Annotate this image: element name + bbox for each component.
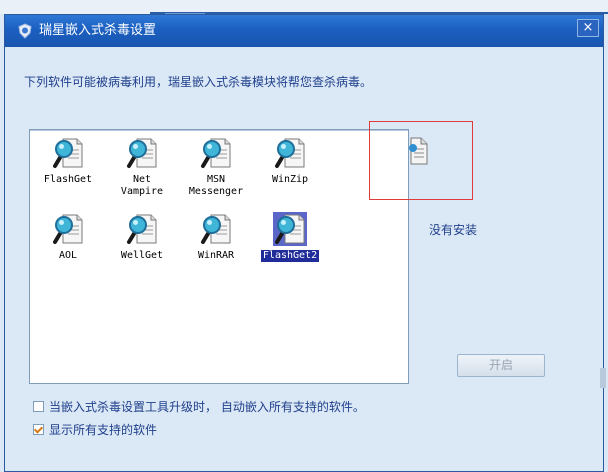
software-item[interactable]: WinZip [258,136,322,186]
software-item[interactable]: WinRAR [184,212,248,262]
magnifier-document-icon [201,138,231,168]
software-label: AOL [58,250,78,261]
install-status: 没有安装 [429,223,478,237]
software-list[interactable]: FlashGet Net Vampire MSN Messenger WinZip AO… [29,129,409,384]
close-button[interactable]: × [577,19,599,37]
software-label: Net Vampire [120,174,164,197]
show-all-option[interactable]: 显示所有支持的软件 [33,421,157,437]
software-label: FlashGet2 [259,249,321,263]
magnifier-document-icon [273,212,307,246]
software-label: FlashGet [43,174,93,185]
magnifier-document-icon [53,214,83,244]
magnifier-document-icon [127,214,157,244]
magnifier-document-icon [201,214,231,244]
software-item[interactable]: WellGet [110,212,174,262]
auto-embed-option[interactable]: 当嵌入式杀毒设置工具升级时， 自动嵌入所有支持的软件。 [33,398,365,414]
magnifier-document-icon [127,138,157,168]
background-window-strip [0,0,608,15]
magnifier-document-icon [53,138,83,168]
title-bar[interactable]: 瑞星嵌入式杀毒设置 × [5,15,603,47]
software-item[interactable]: FlashGet2 [258,212,322,263]
software-label: WinRAR [197,250,235,261]
software-item[interactable]: AOL [36,212,100,262]
shield-icon [18,23,32,39]
software-item[interactable]: FlashGet [36,136,100,186]
software-item[interactable]: MSN Messenger [184,136,248,198]
software-item[interactable]: Net Vampire [110,136,174,198]
description-text: 下列软件可能被病毒利用，瑞星嵌入式杀毒模块将帮您查杀病毒。 [24,75,373,89]
software-label: WinZip [271,174,309,185]
settings-dialog: 瑞星嵌入式杀毒设置 × 下列软件可能被病毒利用，瑞星嵌入式杀毒模块将帮您查杀病毒… [4,14,604,472]
show-all-checkbox[interactable] [33,423,44,435]
background-window-edge [600,368,606,388]
software-label: MSN Messenger [188,174,244,197]
dialog-content: 下列软件可能被病毒利用，瑞星嵌入式杀毒模块将帮您查杀病毒。 FlashGet Ne… [5,47,603,471]
auto-embed-label: 当嵌入式杀毒设置工具升级时， 自动嵌入所有支持的软件。 [49,399,365,414]
document-icon [409,137,428,165]
magnifier-document-icon [275,138,305,168]
auto-embed-checkbox[interactable] [33,400,44,412]
start-button[interactable]: 开启 [457,354,545,377]
dialog-title: 瑞星嵌入式杀毒设置 [39,23,157,38]
show-all-label: 显示所有支持的软件 [49,422,158,437]
software-label: WellGet [120,250,164,261]
